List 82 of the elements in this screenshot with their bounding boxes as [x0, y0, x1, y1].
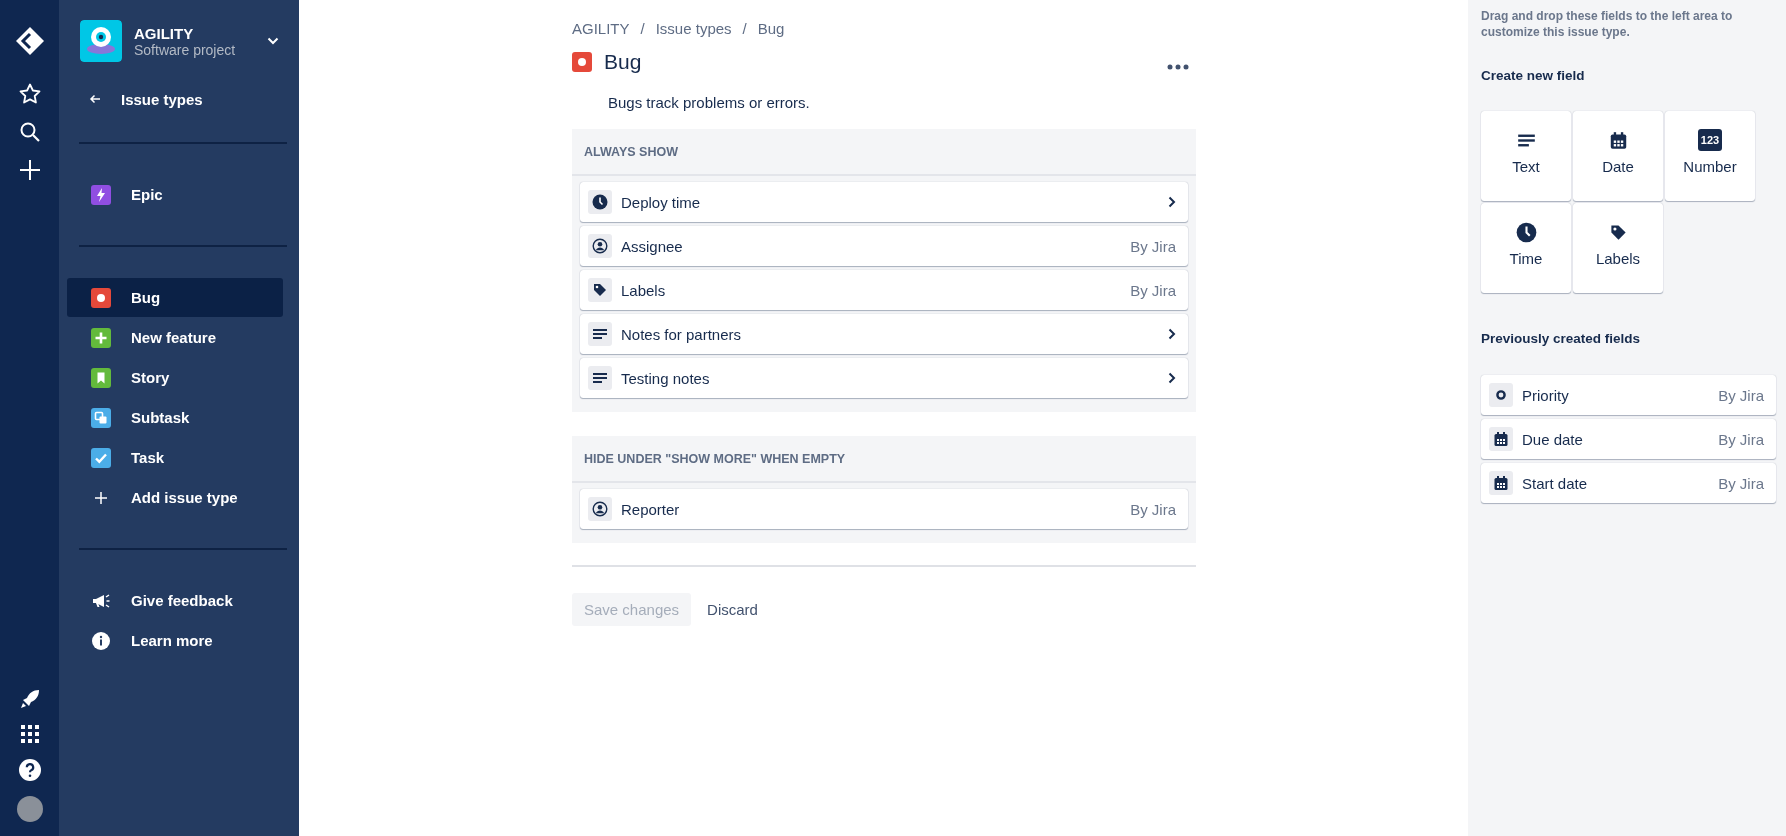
info-icon: [91, 630, 111, 651]
robot-logo-icon: [80, 20, 122, 62]
back-link[interactable]: Issue types: [67, 87, 283, 111]
rocket-icon: [18, 688, 41, 710]
text-lines-icon: [592, 326, 608, 342]
field-row[interactable]: Reporter By Jira: [580, 489, 1188, 529]
calendar-icon: [1493, 475, 1509, 491]
field-row[interactable]: Assignee By Jira: [580, 226, 1188, 266]
field-row[interactable]: Due date By Jira: [1481, 419, 1776, 459]
field-row[interactable]: Priority By Jira: [1481, 375, 1776, 415]
help-icon: [17, 758, 42, 782]
number-badge-icon: 123: [1697, 129, 1723, 151]
arrow-left-icon: [89, 94, 101, 104]
calendar-icon: [1493, 431, 1509, 447]
app-grid-icon: [19, 724, 40, 744]
sidebar-item[interactable]: Epic: [67, 175, 283, 214]
chevron-right-icon: [1168, 372, 1176, 384]
user-icon: [592, 501, 608, 517]
field-row[interactable]: Deploy time: [580, 182, 1188, 222]
field-row[interactable]: Labels By Jira: [580, 270, 1188, 310]
field-name: Testing notes: [621, 369, 711, 387]
field-row[interactable]: Notes for partners: [580, 314, 1188, 354]
chevron-right-icon: [1168, 328, 1176, 340]
field-name: Deploy time: [621, 193, 702, 211]
field-name: Start date: [1522, 474, 1589, 492]
sidebar-item[interactable]: Subtask: [67, 398, 283, 437]
text-lines-icon: [592, 370, 608, 386]
diamond-logo-icon: [14, 26, 45, 56]
user-icon: [592, 238, 608, 254]
field-name: Priority: [1522, 386, 1570, 404]
field-source: By Jira: [1130, 500, 1176, 518]
star-icon: [17, 82, 42, 106]
plus-icon: [17, 158, 42, 182]
instruction-text: Drag and drop these fields to the left area to customize this issue type.: [1481, 8, 1734, 40]
clock-icon: [1515, 221, 1537, 243]
field-type-tile[interactable]: Time: [1481, 203, 1571, 293]
field-name: Assignee: [621, 237, 684, 255]
chevron-right-icon: [1168, 196, 1176, 208]
field-row[interactable]: Testing notes: [580, 358, 1188, 398]
field-type-tile[interactable]: Text: [1481, 111, 1571, 201]
breadcrumb-link[interactable]: Issue types: [655, 19, 732, 37]
field-type-tile[interactable]: 123 Number: [1665, 111, 1755, 201]
description: Bugs track problems or errors.: [608, 94, 811, 113]
field-source: By Jira: [1130, 237, 1176, 255]
sidebar-item[interactable]: Give feedback: [67, 581, 283, 620]
section-heading: Previously created fields: [1481, 331, 1642, 348]
breadcrumb-link[interactable]: AGILITY: [572, 19, 630, 37]
field-row[interactable]: Start date By Jira: [1481, 463, 1776, 503]
tag-icon: [1608, 222, 1628, 242]
breadcrumb-link[interactable]: Bug: [757, 19, 785, 37]
ring-icon: [1493, 387, 1509, 403]
calendar-icon: [1608, 130, 1628, 150]
sidebar-item[interactable]: Add issue type: [67, 478, 283, 517]
section-heading: Create new field: [1481, 68, 1586, 85]
section-heading: HIDE UNDER "SHOW MORE" WHEN EMPTY: [572, 436, 1196, 483]
field-source: By Jira: [1718, 386, 1764, 404]
project-name: AGILITY: [134, 24, 195, 42]
discard-button[interactable]: Discard: [695, 593, 770, 626]
clock-icon: [592, 194, 608, 210]
field-name: Labels: [621, 281, 667, 299]
page-title: Bug: [604, 50, 643, 74]
section-heading: ALWAYS SHOW: [572, 129, 1196, 176]
breadcrumb-separator: /: [742, 19, 747, 37]
sidebar-item[interactable]: Story: [67, 358, 283, 397]
field-source: By Jira: [1130, 281, 1176, 299]
field-source: By Jira: [1718, 474, 1764, 492]
field-name: Notes for partners: [621, 325, 743, 343]
field-source: By Jira: [1718, 430, 1764, 448]
sidebar-item[interactable]: Task: [67, 438, 283, 477]
field-name: Due date: [1522, 430, 1584, 448]
chevron-down-icon: [267, 37, 279, 45]
sidebar-item[interactable]: Bug: [67, 278, 283, 317]
breadcrumb-separator: /: [640, 19, 645, 37]
field-type-tile[interactable]: Date: [1573, 111, 1663, 201]
project-type: Software project: [134, 41, 237, 58]
tag-icon: [592, 282, 608, 298]
avatar[interactable]: [16, 796, 43, 822]
sidebar-item[interactable]: New feature: [67, 318, 283, 357]
sidebar-item[interactable]: Learn more: [67, 621, 283, 660]
bug-type-icon: [572, 52, 592, 72]
field-name: Reporter: [621, 500, 681, 518]
field-type-tile[interactable]: Labels: [1573, 203, 1663, 293]
